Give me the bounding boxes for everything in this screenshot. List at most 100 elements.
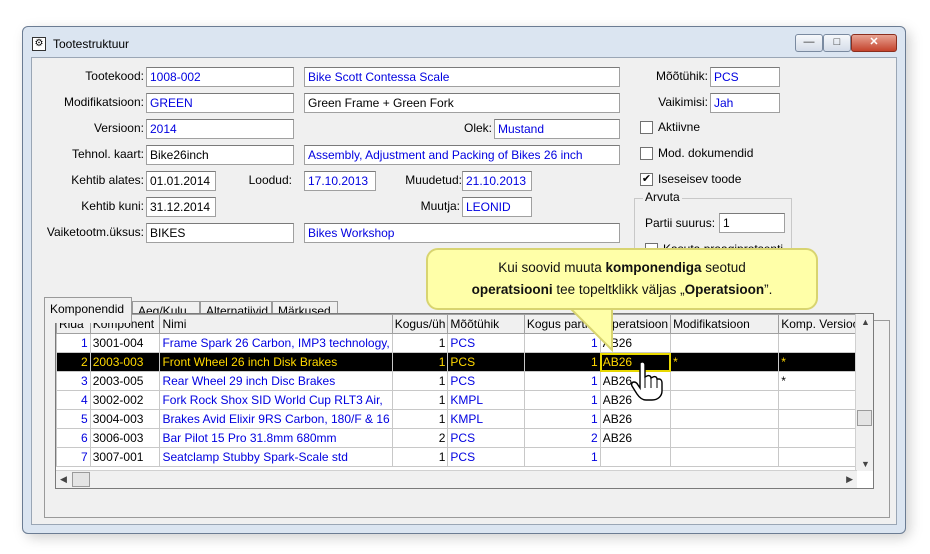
cell-mootuhik[interactable]: PCS [447, 333, 525, 353]
header-mootuhik[interactable]: Mõõtühik [447, 314, 525, 334]
cell-operatsioon[interactable] [599, 447, 672, 467]
cell-komponent[interactable]: 3002-002 [89, 390, 161, 410]
cell-operatsioon[interactable]: AB26 [599, 333, 672, 353]
tootekood-name-field[interactable]: Bike Scott Contessa Scale [304, 67, 620, 87]
cell-kogus-partiis[interactable]: 2 [523, 428, 601, 448]
cell-komponent[interactable]: 3006-003 [89, 428, 161, 448]
cell-kogus-uhik[interactable]: 1 [391, 371, 449, 391]
cell-mootuhik[interactable]: KMPL [447, 390, 525, 410]
table-row[interactable]: 5 3004-003 Brakes Avid Elixir 9RS Carbon, … [56, 409, 873, 429]
vaiketootm-name-field[interactable]: Bikes Workshop [304, 223, 620, 243]
tab-komponendid[interactable]: Komponendid [44, 297, 132, 323]
cell-nimi[interactable]: Fork Rock Shox SID World Cup RLT3 Air, [159, 390, 393, 410]
cell-kogus-uhik[interactable]: 2 [391, 428, 449, 448]
olek-field[interactable]: Mustand [494, 119, 620, 139]
vaikimisi-field[interactable]: Jah [710, 93, 780, 113]
cell-mootuhik[interactable]: PCS [447, 428, 525, 448]
versioon-field[interactable]: 2014 [146, 119, 294, 139]
components-grid[interactable]: Rida Komponent Nimi Kogus/üh Mõõtühik Ko… [55, 313, 874, 489]
cell-operatsioon[interactable]: AB26 [599, 409, 672, 429]
modifikatsioon-field[interactable]: GREEN [146, 93, 294, 113]
cell-kogus-partiis[interactable]: 1 [523, 409, 601, 429]
table-row[interactable]: 1 3001-004 Frame Spark 26 Carbon, IMP3 tec… [56, 333, 873, 353]
cell-modifikatsioon[interactable] [670, 390, 780, 410]
vaiketootm-field[interactable]: BIKES [146, 223, 294, 243]
cell-mootuhik[interactable]: PCS [447, 371, 525, 391]
tehnol-kaart-field[interactable]: Bike26inch [146, 145, 294, 165]
header-kogus-partiis[interactable]: Kogus partiis [523, 314, 601, 334]
cell-komponent[interactable]: 3007-001 [89, 447, 161, 467]
tootekood-field[interactable]: 1008-002 [146, 67, 294, 87]
vertical-scrollbar[interactable]: ▲ ▼ [855, 314, 873, 471]
cell-modifikatsioon[interactable] [670, 428, 780, 448]
cell-rida[interactable]: 4 [56, 390, 91, 410]
cell-mootuhik[interactable]: PCS [447, 352, 525, 372]
cell-mootuhik[interactable]: PCS [447, 447, 525, 467]
cell-modifikatsioon[interactable] [670, 409, 780, 429]
table-row[interactable]: 3 2003-005 Rear Wheel 29 inch Disc Brakes 1… [56, 371, 873, 391]
header-nimi[interactable]: Nimi [159, 314, 393, 334]
aktiivne-checkbox[interactable] [640, 121, 653, 134]
cell-nimi[interactable]: Seatclamp Stubby Spark-Scale std [159, 447, 393, 467]
scroll-right-icon[interactable]: ▶ [846, 474, 853, 485]
scroll-down-icon[interactable]: ▼ [861, 459, 870, 469]
iseseisev-toode-checkbox[interactable]: ✔ [640, 173, 653, 186]
kehtib-kuni-field[interactable]: 31.12.2014 [146, 197, 216, 217]
cell-nimi[interactable]: Rear Wheel 29 inch Disc Brakes [159, 371, 393, 391]
cell-kogus-partiis[interactable]: 1 [523, 447, 601, 467]
muutja-field[interactable]: LEONID [462, 197, 532, 217]
cell-rida[interactable]: 3 [56, 371, 91, 391]
minimize-button[interactable]: — [795, 34, 823, 52]
cell-kogus-partiis[interactable]: 1 [523, 390, 601, 410]
cell-modifikatsioon[interactable]: * [670, 352, 780, 372]
table-row[interactable]: 4 3002-002 Fork Rock Shox SID World Cup RL… [56, 390, 873, 410]
header-operatsioon[interactable]: Operatsioon [599, 314, 672, 334]
cell-operatsioon[interactable]: AB26 [599, 428, 672, 448]
table-row[interactable]: 7 3007-001 Seatclamp Stubby Spark-Scale st… [56, 447, 873, 467]
cell-rida[interactable]: 2 [56, 352, 91, 372]
scroll-up-icon[interactable]: ▲ [861, 317, 870, 327]
horizontal-scroll-thumb[interactable] [72, 472, 90, 487]
cell-modifikatsioon[interactable] [670, 371, 780, 391]
mootuhik-field[interactable]: PCS [710, 67, 780, 87]
table-row[interactable]: 6 3006-003 Bar Pilot 15 Pro 31.8mm 680mm 2 P… [56, 428, 873, 448]
cell-komponent[interactable]: 2003-003 [89, 352, 161, 372]
horizontal-scrollbar[interactable]: ◀ ▶ [56, 470, 857, 488]
mod-dokumendid-checkbox[interactable] [640, 147, 653, 160]
cell-nimi[interactable]: Brakes Avid Elixir 9RS Carbon, 180/F & 1… [159, 409, 393, 429]
cell-rida[interactable]: 5 [56, 409, 91, 429]
cell-kogus-partiis[interactable]: 1 [523, 333, 601, 353]
maximize-button[interactable]: □ [823, 34, 851, 52]
cell-komponent[interactable]: 3004-003 [89, 409, 161, 429]
vertical-scroll-thumb[interactable] [857, 410, 872, 426]
cell-kogus-partiis[interactable]: 1 [523, 371, 601, 391]
table-row[interactable]: 2 2003-003 Front Wheel 26 inch Disk Brakes… [56, 352, 873, 372]
cell-mootuhik[interactable]: KMPL [447, 409, 525, 429]
cell-rida[interactable]: 1 [56, 333, 91, 353]
cell-nimi[interactable]: Front Wheel 26 inch Disk Brakes [159, 352, 393, 372]
partii-suurus-field[interactable]: 1 [719, 213, 785, 233]
cell-kogus-uhik[interactable]: 1 [391, 409, 449, 429]
header-kogus-uhik[interactable]: Kogus/üh [391, 314, 449, 334]
cell-modifikatsioon[interactable] [670, 333, 780, 353]
loodud-field[interactable]: 17.10.2013 [304, 171, 376, 191]
tehnol-kaart-name-field[interactable]: Assembly, Adjustment and Packing of Bike… [304, 145, 620, 165]
header-modifikatsioon[interactable]: Modifikatsioon [670, 314, 780, 334]
cell-kogus-uhik[interactable]: 1 [391, 447, 449, 467]
cell-nimi[interactable]: Bar Pilot 15 Pro 31.8mm 680mm [159, 428, 393, 448]
scroll-left-icon[interactable]: ◀ [60, 474, 67, 485]
close-button[interactable]: ✕ [851, 34, 897, 52]
cell-rida[interactable]: 6 [56, 428, 91, 448]
cell-rida[interactable]: 7 [56, 447, 91, 467]
cell-komponent[interactable]: 3001-004 [89, 333, 161, 353]
cell-komponent[interactable]: 2003-005 [89, 371, 161, 391]
cell-kogus-partiis[interactable]: 1 [523, 352, 601, 372]
modifikatsioon-name-field[interactable]: Green Frame + Green Fork [304, 93, 620, 113]
cell-nimi[interactable]: Frame Spark 26 Carbon, IMP3 technology, [159, 333, 393, 353]
cell-kogus-uhik[interactable]: 1 [391, 390, 449, 410]
cell-kogus-uhik[interactable]: 1 [391, 352, 449, 372]
cell-kogus-uhik[interactable]: 1 [391, 333, 449, 353]
cell-modifikatsioon[interactable] [670, 447, 780, 467]
kehtib-alates-field[interactable]: 01.01.2014 [146, 171, 216, 191]
muudetud-field[interactable]: 21.10.2013 [462, 171, 532, 191]
